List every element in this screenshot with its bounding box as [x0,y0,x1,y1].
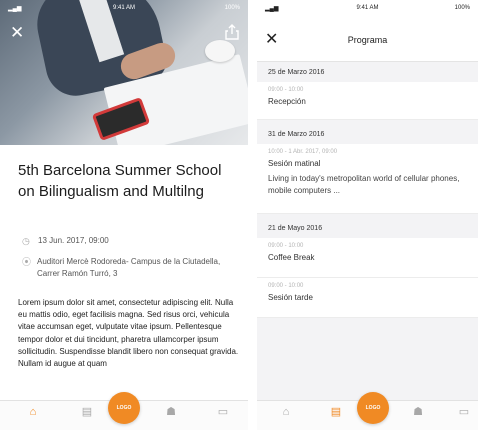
status-bar: ▂▄▆ 9:41 AM 100% [257,0,478,16]
center-logo-button[interactable]: LOGO [108,392,140,424]
battery-level: 100% [224,5,240,11]
people-icon: ☗ [166,406,176,418]
document-icon: ▤ [330,406,342,418]
tab-program[interactable]: ▤ [325,406,347,418]
event-description: Lorem ipsum dolor sit amet, consectetur … [18,298,239,369]
nav-title: Programa [347,35,388,45]
program-screen: ▂▄▆ 9:41 AM 100% ✕ Programa 25 de Marzo … [257,0,478,430]
tab-bar: ⌂ ▤ LOGO ☗ ▭ [0,392,248,430]
item-name: Recepción [268,97,306,106]
close-icon[interactable]: ✕ [10,24,24,41]
tab-chat[interactable]: ▭ [212,406,234,418]
center-logo-button[interactable]: LOGO [357,392,389,424]
section-date: 25 de Marzo 2016 [257,62,478,82]
tab-home[interactable]: ⌂ [22,406,44,418]
item-time: 10:00 - 1 Abr. 2017, 09:00 [268,149,338,155]
home-icon: ⌂ [282,406,290,418]
item-name: Coffee Break [268,253,315,262]
people-icon: ☗ [413,406,423,418]
tab-chat[interactable]: ▭ [453,406,475,418]
tab-home[interactable]: ⌂ [275,406,297,418]
section-date: 21 de Mayo 2016 [257,218,478,238]
location-pin-icon: ⦿ [22,257,32,267]
event-detail-screen: ▂▄▆ 9:41 AM 100% ✕ 5th Barcelona Summer … [0,0,248,430]
section-date: 31 de Marzo 2016 [257,124,478,144]
list-item[interactable]: 09:00 - 10:00 Sesión tarde [257,278,478,318]
item-name: Sesión tarde [268,293,313,302]
list-item[interactable]: 10:00 - 1 Abr. 2017, 09:00 Sesión matina… [257,144,478,214]
event-date-row: ◷ 13 Jun. 2017, 09:00 [22,235,109,247]
battery-level: 100% [454,5,470,11]
list-item[interactable]: 09:00 - 10:00 Recepción [257,82,478,120]
item-time: 09:00 - 10:00 [268,243,304,249]
item-description: Living in today's metropolitan world of … [268,174,460,195]
event-title: 5th Barcelona Summer School on Bilingual… [18,162,222,200]
item-name: Sesión matinal [268,159,321,168]
tab-people[interactable]: ☗ [407,406,429,418]
item-time: 09:00 - 10:00 [268,87,304,93]
nav-bar: ✕ Programa [257,16,478,62]
chat-icon: ▭ [217,406,229,418]
signal-icon: ▂▄▆ [265,5,279,12]
item-time: 09:00 - 10:00 [268,283,304,289]
event-location-row[interactable]: ⦿ Auditori Mercè Rodoreda- Campus de la … [22,256,242,280]
tab-bar: ⌂ ▤ LOGO ☗ ▭ [257,392,478,430]
tab-people[interactable]: ☗ [160,406,182,418]
tab-program[interactable]: ▤ [76,406,98,418]
status-time: 9:41 AM [112,5,136,11]
clock-icon: ◷ [22,236,30,246]
event-location: Auditori Mercè Rodoreda- Campus de la Ci… [37,257,221,278]
list-item[interactable]: 09:00 - 10:00 Coffee Break [257,238,478,278]
home-icon: ⌂ [29,406,37,418]
hero-image [0,0,248,145]
event-date: 13 Jun. 2017, 09:00 [38,236,109,245]
signal-icon: ▂▄▆ [8,5,22,12]
status-time: 9:41 AM [356,5,379,11]
document-icon: ▤ [81,406,93,418]
share-icon[interactable] [225,24,239,40]
chat-icon: ▭ [458,406,470,418]
status-bar: ▂▄▆ 9:41 AM 100% [0,0,248,16]
